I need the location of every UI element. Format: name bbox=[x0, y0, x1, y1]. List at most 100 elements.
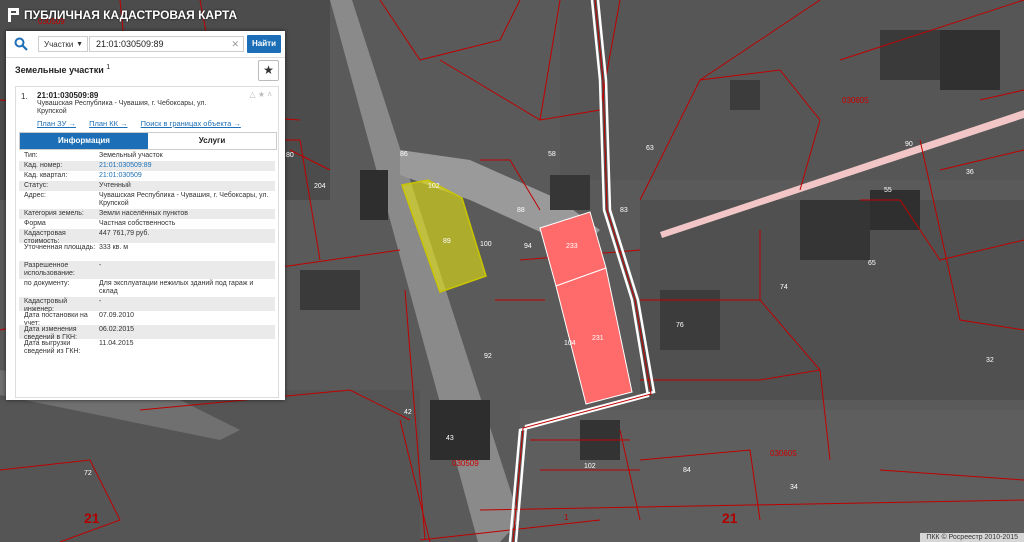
app-logo[interactable]: ПУБЛИЧНАЯ КАДАСТРОВАЯ КАРТА bbox=[8, 8, 237, 22]
label-parcel: 104 bbox=[564, 340, 576, 347]
info-panel: Участки ▼ 21:01:030509:89 ✕ Найти Земель… bbox=[6, 31, 285, 400]
plan-zu-link[interactable]: План ЗУ → bbox=[37, 119, 76, 128]
result-tabs: Информация Услуги bbox=[19, 132, 277, 150]
label-parcel: 36 bbox=[966, 169, 974, 176]
attribute-value: 07.09.2010 bbox=[99, 312, 135, 319]
attribute-value: - bbox=[99, 298, 102, 305]
attribute-key: по документу: bbox=[24, 280, 70, 287]
attribute-key: Уточненная площадь: bbox=[24, 244, 96, 251]
label-parcel: 43 bbox=[446, 435, 454, 442]
attribute-row: Кадастровый инженер: - bbox=[19, 297, 275, 313]
label-parcel: 86 bbox=[400, 151, 408, 158]
result-actions[interactable]: △ ★ ˄ bbox=[250, 90, 272, 99]
attribute-value: 333 кв. м bbox=[99, 244, 129, 251]
attribute-row: Уточненная площадь: 333 кв. м bbox=[19, 243, 275, 261]
result-number[interactable]: 21:01:030509:89 bbox=[37, 91, 98, 100]
label-parcel: 102 bbox=[584, 463, 596, 470]
attribute-value: Чувашская Республика - Чувашия, г. Чебок… bbox=[99, 192, 269, 207]
label-parcel: 76 bbox=[676, 322, 684, 329]
attribute-key: Кад. номер: bbox=[24, 162, 63, 169]
attribute-value: 11.04.2015 bbox=[99, 340, 134, 347]
result-card: 1. 21:01:030509:89 △ ★ ˄ Чувашская Респу… bbox=[15, 86, 279, 398]
search-type-value: Участки bbox=[44, 40, 74, 49]
label-parcel: 102 bbox=[428, 183, 440, 190]
attribute-key: Статус: bbox=[24, 182, 49, 189]
attribute-key: Тип: bbox=[24, 152, 38, 159]
attribute-key: Разрешенное использование: bbox=[24, 262, 75, 277]
attribute-value: 06.02.2015 bbox=[99, 326, 135, 333]
logo-icon bbox=[8, 8, 19, 22]
attribute-key: Адрес: bbox=[24, 192, 46, 199]
label-parcel: 83 bbox=[620, 207, 628, 214]
label-parcel: 1 bbox=[564, 513, 569, 522]
label-parcel: 42 bbox=[404, 409, 412, 416]
attribute-key: Категория земель: bbox=[24, 210, 84, 217]
result-links: План ЗУ → План КК → Поиск в границах объ… bbox=[37, 119, 277, 128]
copyright: ПКК © Росреестр 2010-2015 bbox=[920, 533, 1024, 542]
attribute-row: Тип: Земельный участок bbox=[19, 151, 275, 161]
attribute-row: Адрес: Чувашская Республика - Чувашия, г.… bbox=[19, 191, 275, 209]
attribute-value[interactable]: 21:01:030509 bbox=[99, 172, 271, 180]
label-parcel: 100 bbox=[480, 241, 492, 248]
attribute-value: Частная собственность bbox=[99, 220, 176, 227]
find-button[interactable]: Найти bbox=[247, 35, 281, 53]
favorite-star-button[interactable]: ★ bbox=[258, 60, 279, 81]
attribute-value: - bbox=[99, 262, 102, 269]
label-quarter: 030509 bbox=[452, 459, 479, 468]
label-parcel: 204 bbox=[314, 183, 326, 190]
label-parcel: 58 bbox=[548, 151, 556, 158]
attributes-table: Тип: Земельный участок Кад. номер: 21:01:03… bbox=[19, 151, 275, 355]
attribute-value: Учтенный bbox=[99, 182, 131, 189]
label-block: 21 bbox=[84, 510, 100, 526]
tab-info[interactable]: Информация bbox=[20, 133, 148, 149]
search-input[interactable]: 21:01:030509:89 ✕ bbox=[89, 36, 244, 52]
search-in-bounds-link[interactable]: Поиск в границах объекта → bbox=[141, 119, 241, 128]
attribute-value: 447 761,79 руб. bbox=[99, 230, 150, 237]
label-quarter: 030605 bbox=[842, 96, 869, 105]
label-parcel: 55 bbox=[884, 187, 892, 194]
label-parcel: 80 bbox=[286, 152, 294, 159]
label-parcel: 231 bbox=[592, 335, 604, 342]
section-title: Земельные участки 1 bbox=[15, 64, 110, 75]
tab-services[interactable]: Услуги bbox=[148, 133, 276, 149]
attribute-row: Дата выгрузки сведений из ГКН: 11.04.2015 bbox=[19, 339, 275, 355]
chevron-down-icon: ▼ bbox=[76, 41, 83, 48]
result-address: Чувашская Республика - Чувашия, г. Чебок… bbox=[37, 100, 207, 115]
section-title-text: Земельные участки bbox=[15, 65, 104, 75]
search-icon[interactable] bbox=[14, 37, 28, 51]
attribute-value: Для эксплуатации нежилых зданий под гара… bbox=[99, 280, 254, 295]
label-parcel: 74 bbox=[780, 284, 788, 291]
app-title: ПУБЛИЧНАЯ КАДАСТРОВАЯ КАРТА bbox=[24, 8, 238, 22]
attribute-row: Разрешенное использование: - bbox=[19, 261, 275, 279]
attribute-key: Кад. квартал: bbox=[24, 172, 68, 179]
search-type-select[interactable]: Участки ▼ bbox=[38, 36, 88, 52]
label-parcel: 65 bbox=[868, 260, 876, 267]
search-bar: Участки ▼ 21:01:030509:89 ✕ Найти bbox=[6, 31, 285, 58]
label-block: 21 bbox=[722, 510, 738, 526]
attribute-row: Дата постановки на учет: 07.09.2010 bbox=[19, 311, 275, 327]
label-parcel: 72 bbox=[84, 470, 92, 477]
label-parcel: 89 bbox=[443, 238, 451, 245]
label-parcel: 32 bbox=[986, 357, 994, 364]
attribute-key: Дата выгрузки сведений из ГКН: bbox=[24, 340, 81, 355]
attribute-value[interactable]: 21:01:030509:89 bbox=[99, 162, 271, 170]
label-parcel: 233 bbox=[566, 243, 578, 250]
attribute-value: Земли населённых пунктов bbox=[99, 210, 189, 217]
attribute-row: Категория земель: Земли населённых пункто… bbox=[19, 209, 275, 219]
search-query: 21:01:030509:89 bbox=[96, 39, 164, 49]
clear-icon[interactable]: ✕ bbox=[231, 37, 239, 51]
attribute-value: Земельный участок bbox=[99, 152, 163, 159]
attribute-row: Кад. номер: 21:01:030509:89 bbox=[19, 161, 275, 171]
label-parcel: 92 bbox=[484, 353, 492, 360]
label-parcel: 84 bbox=[683, 467, 691, 474]
result-count: 1 bbox=[106, 64, 111, 71]
label-parcel: 63 bbox=[646, 145, 654, 152]
plan-kk-link[interactable]: План КК → bbox=[89, 119, 128, 128]
attribute-row: Статус: Учтенный bbox=[19, 181, 275, 191]
attribute-row: Дата изменения сведений в ГКН: 06.02.2015 bbox=[19, 325, 275, 341]
label-parcel: 34 bbox=[790, 484, 798, 491]
label-parcel: 90 bbox=[905, 141, 913, 148]
attribute-row: Кад. квартал: 21:01:030509 bbox=[19, 171, 275, 181]
label-quarter: 030605 bbox=[770, 449, 797, 458]
attribute-row: по документу: Для эксплуатации нежилых зд… bbox=[19, 279, 275, 297]
